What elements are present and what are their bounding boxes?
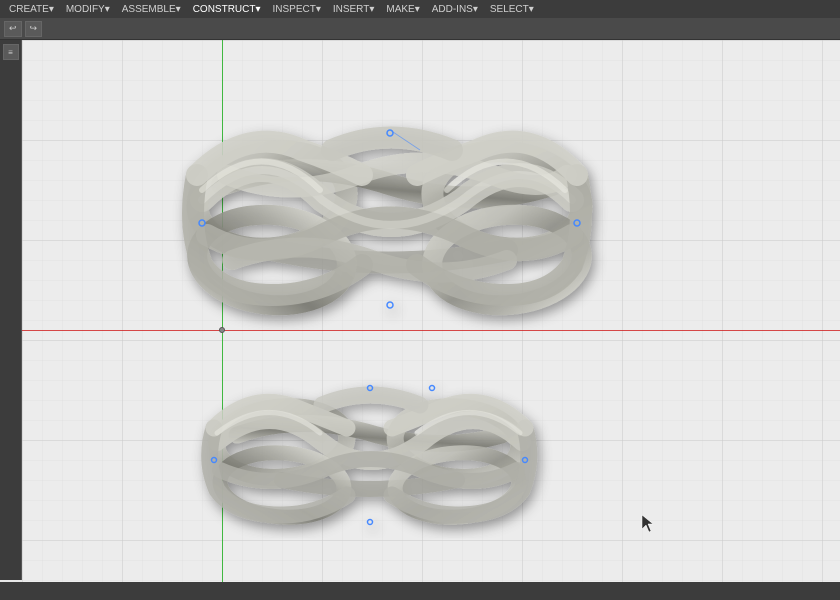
menu-item-insert[interactable]: INSERT▾ [328, 2, 380, 17]
menu-item-make[interactable]: MAKE▾ [381, 2, 424, 17]
mouse-cursor [642, 515, 653, 532]
toolbar: ↩ ↪ [0, 18, 840, 40]
menu-item-select[interactable]: SELECT▾ [485, 2, 539, 17]
panel-toggle-button[interactable]: ≡ [3, 44, 19, 60]
knots-viewport [22, 40, 840, 588]
small-knot [210, 386, 529, 525]
menu-item-addins[interactable]: ADD-INS▾ [427, 2, 483, 17]
undo-button[interactable]: ↩ [4, 21, 22, 37]
status-bar [0, 582, 840, 600]
menu-item-create[interactable]: CREATE▾ [4, 2, 59, 17]
menu-bar: CREATE▾ MODIFY▾ ASSEMBLE▾ CONSTRUCT▾ INS… [0, 0, 840, 18]
viewport[interactable] [22, 40, 840, 588]
redo-button[interactable]: ↪ [25, 21, 43, 37]
menu-item-assemble[interactable]: ASSEMBLE▾ [117, 2, 186, 17]
large-knot [191, 130, 588, 311]
menu-item-modify[interactable]: MODIFY▾ [61, 2, 115, 17]
menu-item-inspect[interactable]: INSPECT▾ [267, 2, 325, 17]
menu-item-construct[interactable]: CONSTRUCT▾ [188, 2, 266, 17]
left-panel: ≡ [0, 40, 22, 580]
